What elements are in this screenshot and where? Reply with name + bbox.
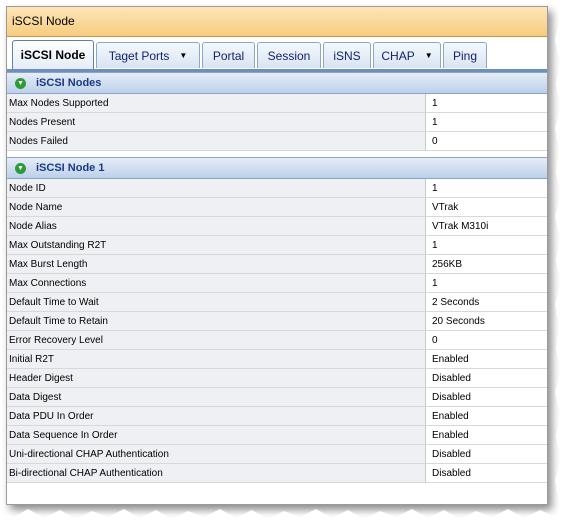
row-value: 1 [426, 274, 547, 292]
table-row: Header Digest Disabled [7, 369, 547, 388]
table-row: Node Name VTrak [7, 198, 547, 217]
row-label: Initial R2T [7, 350, 426, 368]
table-row: Uni-directional CHAP Authentication Disab… [7, 445, 547, 464]
table-row: Data PDU In Order Enabled [7, 407, 547, 426]
dropdown-arrow-icon[interactable]: ▼ [179, 51, 187, 60]
row-value: Enabled [426, 407, 547, 425]
collapse-chevron-icon[interactable]: ▼ [15, 77, 26, 89]
torn-edge-right [555, 0, 568, 527]
dropdown-arrow-icon[interactable]: ▼ [425, 51, 433, 60]
row-label: Node Alias [7, 217, 426, 235]
row-value: 256KB [426, 255, 547, 273]
row-value: 2 Seconds [426, 293, 547, 311]
tab-label: Ping [452, 48, 478, 63]
row-label: Uni-directional CHAP Authentication [7, 445, 426, 463]
tab-label: iSNS [333, 48, 361, 63]
section-title: iSCSI Node 1 [36, 162, 105, 174]
tab-isns[interactable]: iSNS [323, 42, 371, 68]
row-value: 1 [426, 113, 547, 131]
row-value: Enabled [426, 350, 547, 368]
row-label: Data Sequence In Order [7, 426, 426, 444]
row-label: Nodes Failed [7, 132, 426, 150]
row-label: Node ID [7, 179, 426, 197]
row-label: Error Recovery Level [7, 331, 426, 349]
tab-label: Portal [212, 48, 245, 63]
title-bar: iSCSI Node [7, 7, 547, 37]
tab-chap[interactable]: CHAP ▼ [373, 42, 441, 68]
row-value: Disabled [426, 445, 547, 463]
table-row: Nodes Failed 0 [7, 132, 547, 151]
section-header-iscsi-node-1[interactable]: ▼ iSCSI Node 1 [7, 157, 547, 179]
row-label: Bi-directional CHAP Authentication [7, 464, 426, 482]
table-row: Initial R2T Enabled [7, 350, 547, 369]
row-label: Data PDU In Order [7, 407, 426, 425]
tab-iscsi-node[interactable]: iSCSI Node [12, 40, 94, 69]
section-title: iSCSI Nodes [36, 77, 102, 89]
tab-label: Taget Ports [108, 48, 170, 63]
table-row: Node ID 1 [7, 179, 547, 198]
tab-label: CHAP [381, 48, 415, 63]
table-row: Bi-directional CHAP Authentication Disabl… [7, 464, 547, 483]
row-value: 1 [426, 179, 547, 197]
table-row: Node Alias VTrak M310i [7, 217, 547, 236]
table-row: Default Time to Wait 2 Seconds [7, 293, 547, 312]
tab-label: Session [267, 48, 311, 63]
row-value: Disabled [426, 369, 547, 387]
properties-content: ▼ iSCSI Nodes Max Nodes Supported 1 Nodes… [7, 72, 547, 483]
tab-portal[interactable]: Portal [202, 42, 255, 68]
row-label: Max Nodes Supported [7, 94, 426, 112]
tab-strip: iSCSI Node Taget Ports ▼ Portal Session … [7, 37, 547, 72]
row-label: Max Outstanding R2T [7, 236, 426, 254]
row-label: Default Time to Wait [7, 293, 426, 311]
row-label: Header Digest [7, 369, 426, 387]
row-label: Max Connections [7, 274, 426, 292]
row-value: Disabled [426, 464, 547, 482]
row-value: 20 Seconds [426, 312, 547, 330]
section-header-iscsi-nodes[interactable]: ▼ iSCSI Nodes [7, 72, 547, 94]
row-value: VTrak M310i [426, 217, 547, 235]
table-row: Max Burst Length 256KB [7, 255, 547, 274]
table-row: Max Outstanding R2T 1 [7, 236, 547, 255]
table-row: Error Recovery Level 0 [7, 331, 547, 350]
table-row: Max Nodes Supported 1 [7, 94, 547, 113]
row-label: Nodes Present [7, 113, 426, 131]
tab-ping[interactable]: Ping [443, 42, 487, 68]
row-value: 1 [426, 236, 547, 254]
tab-label: iSCSI Node [20, 48, 86, 62]
row-label: Max Burst Length [7, 255, 426, 273]
table-row: Default Time to Retain 20 Seconds [7, 312, 547, 331]
iscsi-node-panel: iSCSI Node iSCSI Node Taget Ports ▼ Port… [6, 6, 548, 505]
tab-session[interactable]: Session [257, 42, 321, 68]
table-row: Data Digest Disabled [7, 388, 547, 407]
tab-target-ports[interactable]: Taget Ports ▼ [96, 42, 200, 68]
row-label: Node Name [7, 198, 426, 216]
torn-edge-bottom [0, 509, 568, 527]
table-row: Max Connections 1 [7, 274, 547, 293]
row-value: 0 [426, 132, 547, 150]
table-row: Data Sequence In Order Enabled [7, 426, 547, 445]
row-value: Enabled [426, 426, 547, 444]
row-value: Disabled [426, 388, 547, 406]
collapse-chevron-icon[interactable]: ▼ [15, 162, 26, 174]
row-label: Default Time to Retain [7, 312, 426, 330]
window-title: iSCSI Node [12, 14, 75, 28]
row-label: Data Digest [7, 388, 426, 406]
table-row: Nodes Present 1 [7, 113, 547, 132]
row-value: 0 [426, 331, 547, 349]
row-value: VTrak [426, 198, 547, 216]
row-value: 1 [426, 94, 547, 112]
